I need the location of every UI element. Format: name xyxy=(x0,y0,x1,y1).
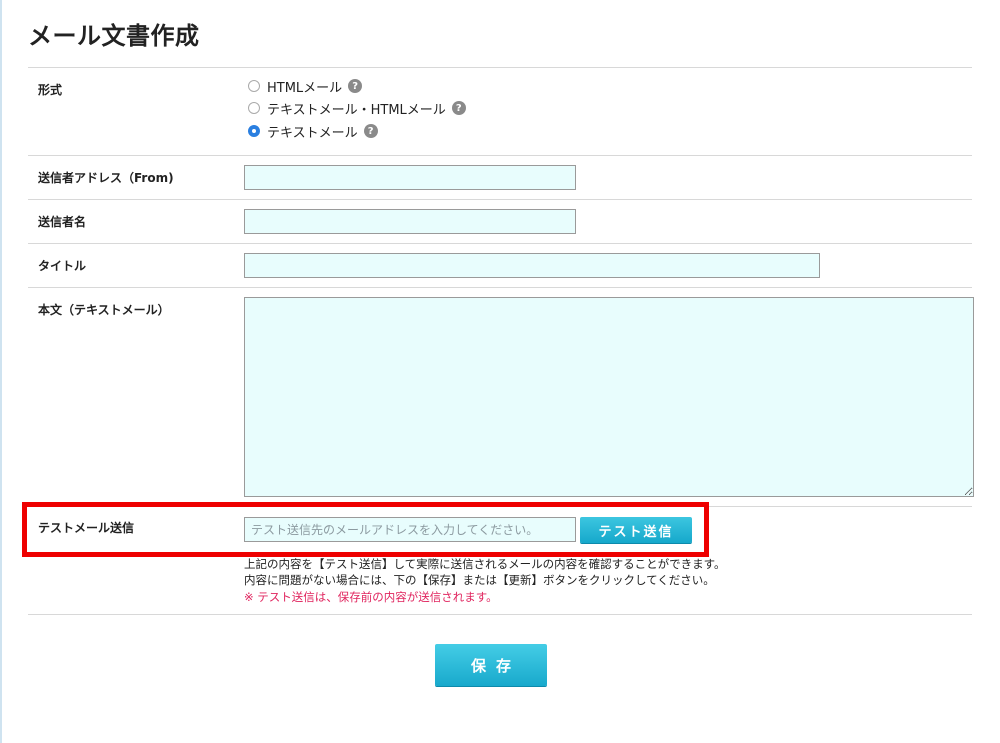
mail-form: 形式 HTMLメール ? テキストメール・HTMLメール ? テキストメール ?… xyxy=(28,67,974,615)
save-button[interactable]: 保存 xyxy=(435,644,547,686)
sender-name-row: 送信者名 xyxy=(28,200,972,244)
title-input[interactable] xyxy=(244,253,820,278)
format-option-html[interactable]: HTMLメール ? xyxy=(248,77,363,96)
radio-text[interactable] xyxy=(248,125,260,137)
format-option-text-html-label: テキストメール・HTMLメール xyxy=(267,102,446,118)
format-option-html-label: HTMLメール xyxy=(267,80,343,96)
radio-text-html[interactable] xyxy=(248,102,260,114)
format-option-text-label: テキストメール xyxy=(267,125,358,141)
sender-name-input[interactable] xyxy=(244,209,576,234)
format-option-text-html[interactable]: テキストメール・HTMLメール ? xyxy=(248,99,466,118)
from-label: 送信者アドレス（From) xyxy=(38,171,174,185)
title-label: タイトル xyxy=(38,259,87,273)
body-label: 本文（テキストメール） xyxy=(38,303,170,317)
test-address-input[interactable] xyxy=(244,517,576,542)
format-label: 形式 xyxy=(38,83,63,97)
body-textarea[interactable] xyxy=(244,297,974,497)
left-edge-border xyxy=(0,0,2,743)
title-row: タイトル xyxy=(28,244,972,288)
from-row: 送信者アドレス（From) xyxy=(28,156,972,200)
format-option-text[interactable]: テキストメール ? xyxy=(248,122,378,141)
test-note-1: 上記の内容を【テスト送信】して実際に送信されるメールの内容を確認することができま… xyxy=(244,557,726,571)
test-mail-row: テストメール送信 テスト送信 上記の内容を【テスト送信】して実際に送信されるメー… xyxy=(28,507,972,615)
test-mail-label: テストメール送信 xyxy=(38,521,135,535)
help-icon[interactable]: ? xyxy=(363,124,378,138)
format-row: 形式 HTMLメール ? テキストメール・HTMLメール ? テキストメール ? xyxy=(28,68,972,156)
test-note-2: 内容に問題がない場合には、下の【保存】または【更新】ボタンをクリックしてください… xyxy=(244,573,715,587)
page-title: メール文書作成 xyxy=(28,22,200,50)
radio-html[interactable] xyxy=(248,80,260,92)
sender-name-label: 送信者名 xyxy=(38,215,87,229)
test-send-button[interactable]: テスト送信 xyxy=(580,517,692,543)
test-note-warning: ※ テスト送信は、保存前の内容が送信されます。 xyxy=(244,590,498,604)
body-row: 本文（テキストメール） xyxy=(28,288,974,507)
help-icon[interactable]: ? xyxy=(451,101,466,115)
help-icon[interactable]: ? xyxy=(348,79,363,93)
from-address-input[interactable] xyxy=(244,165,576,190)
